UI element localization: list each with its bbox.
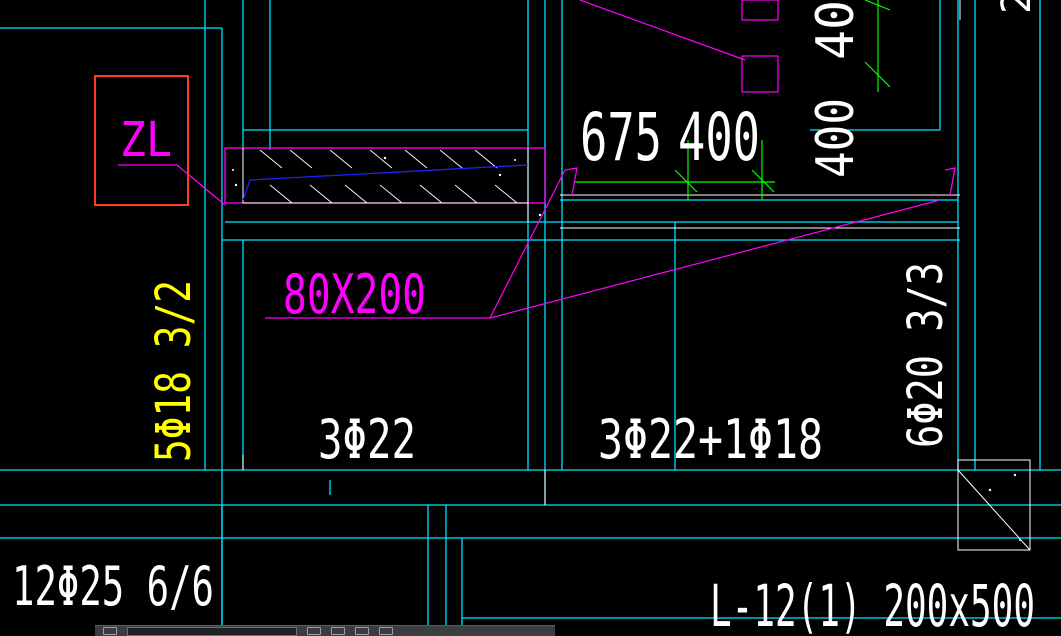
grid-icon[interactable] xyxy=(379,627,393,635)
snap-icon[interactable] xyxy=(307,627,321,635)
dimension-40-vertical: 40 xyxy=(806,0,866,60)
dimension-400-vertical: 400 xyxy=(806,98,866,178)
status-bar xyxy=(95,625,555,636)
dimension-675: 675 xyxy=(580,99,662,176)
ortho-icon[interactable] xyxy=(331,627,345,635)
rebar-mid1-label: 3Φ22 xyxy=(318,408,416,471)
beam-tag-label: L-12(1) 200x500 xyxy=(710,572,1035,636)
rebar-mid2-label: 3Φ22+1Φ18 xyxy=(598,408,823,471)
rebar-bottom-label: 12Φ25 6/6 xyxy=(12,555,214,618)
command-input[interactable] xyxy=(127,626,297,636)
polar-icon[interactable] xyxy=(355,627,369,635)
selection-highlight[interactable] xyxy=(94,75,189,206)
dimension-400: 400 xyxy=(678,99,760,176)
rebar-right-label: 6Φ20 3/3 xyxy=(898,262,954,448)
rebar-left-label: 5Φ18 3/2 xyxy=(146,280,202,462)
section-size-label: 80X200 xyxy=(283,263,426,326)
tool-icon[interactable] xyxy=(103,627,117,635)
corner-text: 2 xyxy=(994,0,1040,14)
